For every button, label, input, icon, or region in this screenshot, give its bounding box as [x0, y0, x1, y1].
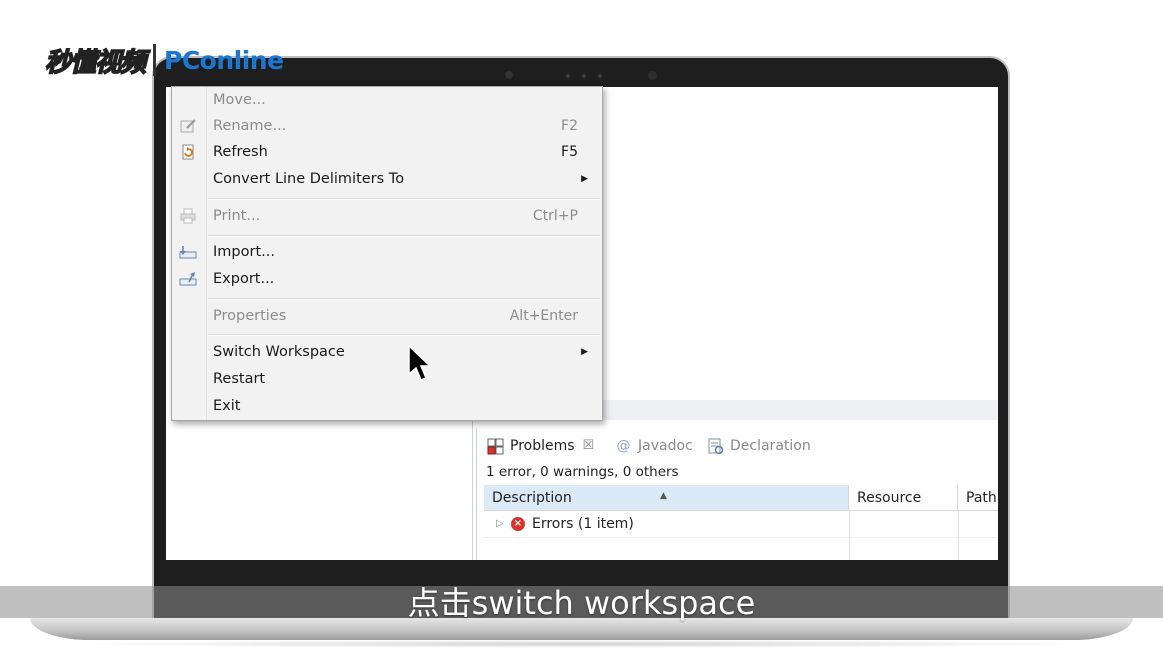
column-header-resource[interactable]: Resource	[849, 485, 958, 511]
menu-item-print[interactable]: Print... Ctrl+P	[172, 203, 602, 229]
declaration-icon	[708, 438, 724, 454]
menu-item-exit[interactable]: Exit	[172, 393, 602, 419]
tab-problems[interactable]: Problems ☒	[487, 436, 594, 456]
rename-icon	[180, 119, 196, 133]
tab-javadoc[interactable]: @ Javadoc	[615, 436, 693, 456]
menu-item-label: Properties	[213, 308, 287, 324]
sensor-icon	[648, 71, 657, 80]
watermark-brand-en: PConline	[164, 45, 284, 75]
menu-item-convert-line-delimiters[interactable]: Convert Line Delimiters To ▶	[172, 166, 602, 192]
menu-item-label: Import...	[213, 244, 275, 260]
menu-separator	[208, 298, 600, 300]
menu-item-shortcut: Alt+Enter	[509, 308, 578, 324]
javadoc-icon: @	[616, 437, 631, 454]
column-divider	[958, 511, 959, 560]
refresh-icon	[182, 144, 194, 160]
submenu-arrow-icon: ▶	[581, 174, 588, 184]
error-icon: ×	[511, 517, 525, 531]
watermark-logo: 秒懂视频 PConline	[44, 40, 284, 80]
sensor-dots	[560, 74, 610, 78]
menu-item-move[interactable]: Move...	[172, 87, 602, 113]
errors-group-label: Errors (1 item)	[532, 516, 634, 532]
column-header-path[interactable]: Path	[958, 485, 998, 511]
menu-item-rename[interactable]: Rename... F2	[172, 113, 602, 139]
tab-problems-label: Problems	[510, 438, 575, 454]
export-icon	[179, 272, 197, 286]
problems-tab-bar: Problems ☒ @ Javadoc Declaration	[477, 428, 998, 462]
column-header-label: Description	[492, 490, 572, 506]
menu-item-shortcut: Ctrl+P	[532, 208, 578, 224]
table-row[interactable]: ▷ × Errors (1 item)	[484, 511, 998, 537]
sort-ascending-icon: ▲	[660, 491, 667, 501]
mouse-cursor-icon	[408, 344, 431, 381]
camera-icon	[505, 71, 513, 79]
print-icon	[180, 208, 196, 224]
menu-item-label: Move...	[213, 92, 266, 108]
tab-javadoc-label: Javadoc	[638, 438, 693, 454]
menu-item-export[interactable]: Export...	[172, 266, 602, 292]
menu-item-refresh[interactable]: Refresh F5	[172, 139, 602, 165]
menu-item-shortcut: F2	[561, 118, 578, 134]
problems-view: Problems ☒ @ Javadoc Declaration 1 error…	[476, 428, 998, 560]
menu-item-switch-workspace[interactable]: Switch Workspace ▶	[172, 339, 602, 365]
menu-item-label: Refresh	[213, 144, 268, 160]
close-icon[interactable]: ☒	[583, 436, 595, 456]
laptop-shadow	[60, 640, 1103, 648]
menu-item-label: Convert Line Delimiters To	[213, 171, 405, 187]
menu-item-shortcut: F5	[561, 144, 578, 160]
menu-item-label: Rename...	[213, 118, 287, 134]
submenu-arrow-icon: ▶	[581, 347, 588, 357]
menu-item-label: Restart	[213, 371, 266, 387]
import-icon	[179, 246, 197, 259]
menu-item-restart[interactable]: Restart	[172, 366, 602, 392]
menu-separator	[208, 198, 600, 200]
menu-separator	[208, 334, 600, 336]
column-divider	[849, 511, 850, 560]
column-header-label: Resource	[857, 490, 922, 506]
file-menu: Move... Rename... F2 Refresh F5 Convert …	[171, 86, 603, 421]
expand-arrow-icon[interactable]: ▷	[496, 511, 504, 537]
menu-separator	[208, 235, 600, 237]
video-subtitle: 点击switch workspace	[407, 584, 756, 622]
column-header-description[interactable]: Description ▲	[484, 485, 849, 511]
menu-item-import[interactable]: Import...	[172, 239, 602, 265]
menu-item-label: Print...	[213, 208, 261, 224]
menu-item-label: Switch Workspace	[213, 344, 345, 360]
watermark-divider	[153, 44, 157, 76]
tab-declaration[interactable]: Declaration	[707, 436, 811, 456]
project-explorer-view[interactable]	[166, 420, 473, 560]
menu-item-properties[interactable]: Properties Alt+Enter	[172, 303, 602, 329]
column-header-label: Path	[966, 490, 997, 506]
problems-table: Description ▲ Resource Path ▷ × Errors (…	[484, 485, 998, 560]
problems-icon	[487, 438, 504, 454]
watermark-brand-cn: 秒懂视频	[44, 47, 147, 79]
problems-summary: 1 error, 0 warnings, 0 others	[486, 464, 679, 480]
row-divider	[484, 537, 998, 538]
menu-item-label: Exit	[213, 398, 241, 414]
menu-item-label: Export...	[213, 271, 275, 287]
tab-declaration-label: Declaration	[730, 438, 811, 454]
